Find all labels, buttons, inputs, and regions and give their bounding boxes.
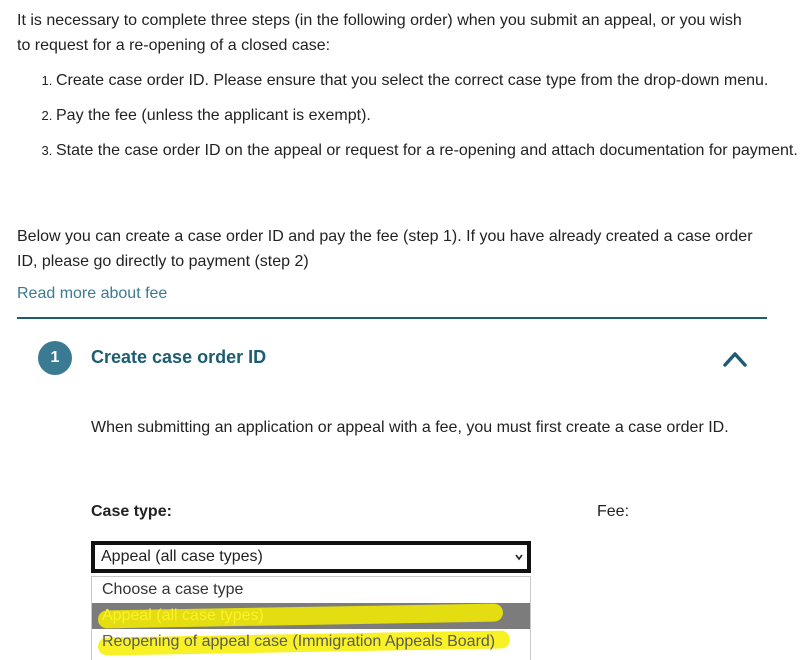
- case-type-dropdown-list: Choose a case type Appeal (all case type…: [91, 576, 531, 660]
- step-item: State the case order ID on the appeal or…: [56, 138, 807, 163]
- step-number-badge: 1: [38, 341, 72, 375]
- dropdown-option[interactable]: Choose a case type: [92, 577, 530, 603]
- option-label: Appeal (all case types): [102, 607, 264, 624]
- case-type-label: Case type:: [91, 503, 172, 520]
- step-item: Create case order ID. Please ensure that…: [56, 68, 807, 93]
- option-label: Reopening of appeal case (Immigration Ap…: [102, 633, 496, 650]
- intro-text: It is necessary to complete three steps …: [17, 12, 742, 54]
- below-text: Below you can create a case order ID and…: [17, 228, 753, 270]
- dropdown-option[interactable]: Reopening of appeal case (Immigration Ap…: [92, 629, 530, 656]
- chevron-up-icon: [723, 352, 747, 367]
- fee-label: Fee:: [597, 503, 630, 520]
- case-type-select[interactable]: Appeal (all case types): [91, 541, 531, 573]
- read-more-fee-link[interactable]: Read more about fee: [17, 284, 167, 304]
- steps-list: Create case order ID. Please ensure that…: [17, 68, 807, 173]
- option-label: Choose a case type: [102, 581, 244, 598]
- step-item: Pay the fee (unless the applicant is exe…: [56, 103, 807, 128]
- step-title[interactable]: Create case order ID: [91, 347, 266, 368]
- collapse-toggle-button[interactable]: [719, 346, 751, 370]
- dropdown-option-selected[interactable]: Appeal (all case types): [92, 603, 530, 629]
- select-value: Appeal (all case types): [101, 548, 263, 565]
- section-divider: [17, 317, 767, 319]
- chevron-down-icon: [515, 554, 523, 561]
- step-description: When submitting an application or appeal…: [91, 419, 729, 436]
